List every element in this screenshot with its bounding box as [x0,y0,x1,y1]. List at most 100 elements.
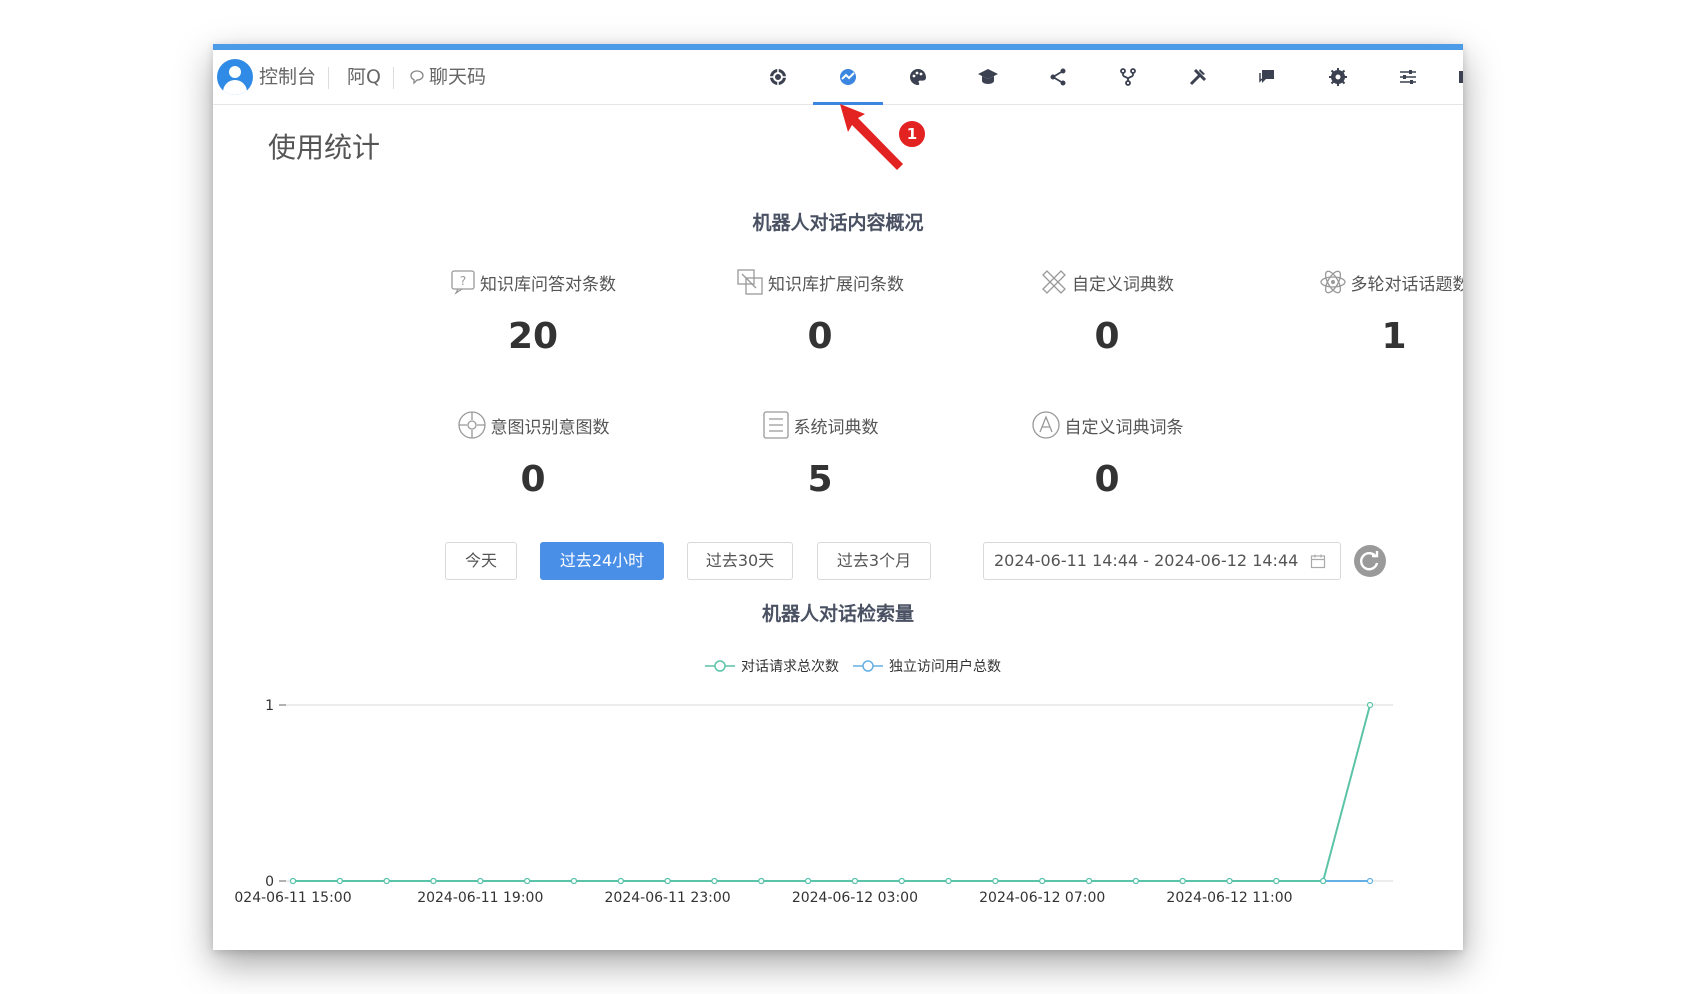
date-range-value: 2024-06-11 14:44 - 2024-06-12 14:44 [994,551,1299,570]
stat-value: 1 [1381,316,1407,357]
data-point [430,877,437,885]
data-point [945,877,952,885]
refresh-button[interactable] [1354,545,1386,577]
chart-icon[interactable] [833,62,863,92]
overflow-icon[interactable] [1449,62,1463,92]
chat-icon[interactable] [1253,62,1283,92]
data-point [1320,877,1327,885]
data-point [617,877,624,885]
stat-label: 意图识别意图数 [490,417,610,438]
graduation-cap-icon[interactable] [973,62,1003,92]
stat-label: 知识库扩展问条数 [768,274,904,295]
line-chart: 0 1 024-06-11 15:00 2024-06-11 19:00 2024-06… [234,698,1393,906]
y-tick-label: 0 [265,874,274,890]
sliders-icon[interactable] [1393,62,1423,92]
list-icon [762,411,789,439]
legend-marker [705,660,735,672]
nav-divider [393,67,394,89]
stat-multi-turn: 多轮对话话题数 1 [1274,266,1463,357]
legend-label: 对话请求总次数 [741,659,839,675]
filter-today-button[interactable]: 今天 [445,542,517,580]
stat-custom-dict-entries: 自定义词典词条 0 [987,409,1227,500]
palette-icon[interactable] [903,62,933,92]
letter-a-icon [1031,411,1060,439]
data-point [383,877,390,885]
filter-30d-button[interactable]: 过去30天 [687,542,793,580]
speech-bubble-icon [410,70,424,85]
data-point [1179,877,1186,885]
refresh-icon [1360,551,1379,571]
stat-value: 20 [507,316,559,357]
data-point [1366,877,1374,885]
share-icon[interactable] [1043,62,1073,92]
chat-code-link[interactable]: 聊天码 [409,50,486,104]
stat-label: 多轮对话话题数 [1350,274,1464,295]
legend: 对话请求总次数 独立访问用户总数 [705,656,1001,676]
data-point [1085,877,1093,885]
data-point [898,877,905,885]
stat-value: 0 [520,459,546,500]
gear-icon[interactable] [1323,62,1353,92]
svg-text:?: ? [460,274,466,288]
stat-value: 0 [807,316,833,357]
console-link[interactable]: 控制台 [259,50,316,104]
pencil-ruler-icon [1042,270,1066,294]
x-tick-label: 2024-06-11 23:00 [605,890,731,906]
calendar-icon[interactable] [1310,553,1326,569]
question-icon: ? [451,270,475,295]
data-point [570,877,578,885]
x-tick-label: 2024-06-12 03:00 [792,890,918,906]
nav-divider [328,67,329,89]
series-line [293,704,1371,882]
x-tick-label: 2024-06-12 11:00 [1166,890,1292,906]
expand-icon [737,269,763,295]
legend-item-users[interactable]: 独立访问用户总数 [853,656,1001,676]
stat-value: 0 [1094,316,1120,357]
stat-label: 系统词典数 [793,417,879,438]
x-tick-label: 2024-06-11 19:00 [417,890,543,906]
data-point [758,877,765,885]
data-point [1132,877,1139,885]
x-tick-label: 024-06-11 15:00 [234,890,351,906]
data-point [524,877,531,885]
data-point [1366,701,1374,709]
data-point [477,877,484,885]
filter-3m-button[interactable]: 过去3个月 [817,542,931,580]
data-point [1039,877,1046,885]
data-point [851,877,859,885]
chart-title: 机器人对话检索量 [761,603,914,625]
chat-code-label: 聊天码 [429,66,487,88]
data-point [664,877,671,885]
stat-label: 自定义词典词条 [1064,417,1184,438]
stat-value: 5 [807,459,833,500]
stat-label: 自定义词典数 [1072,274,1174,295]
stat-qa-count: ? 知识库问答对条数 20 [413,266,653,357]
data-point [711,877,718,885]
x-tick-label: 2024-06-12 07:00 [979,890,1105,906]
stat-label: 知识库问答对条数 [480,274,616,295]
stat-intent-count: 意图识别意图数 0 [413,409,653,500]
data-point [1226,877,1233,885]
stat-system-dict: 系统词典数 5 [700,409,940,500]
tools-icon[interactable] [1183,62,1213,92]
avatar[interactable] [217,59,253,95]
atom-icon [1319,270,1346,294]
bot-name[interactable]: 阿Q [347,50,381,104]
fork-icon[interactable] [1113,62,1143,92]
settings-cog-icon[interactable] [763,62,793,92]
data-point [289,877,297,885]
data-point [1273,877,1280,885]
annotation-badge: 1 [897,119,927,149]
data-point [804,877,812,885]
stat-custom-dict: 自定义词典数 0 [987,266,1227,357]
data-point [992,877,999,885]
date-range-input[interactable]: 2024-06-11 14:44 - 2024-06-12 14:44 [983,542,1341,580]
target-icon [457,411,486,439]
y-tick-label: 1 [265,698,274,714]
data-point [336,877,343,885]
legend-marker [853,660,883,672]
page-title: 使用统计 [268,131,381,164]
filter-24h-button[interactable]: 过去24小时 [540,542,664,580]
stat-expand-count: 知识库扩展问条数 0 [700,266,940,357]
legend-item-requests[interactable]: 对话请求总次数 [705,656,839,676]
